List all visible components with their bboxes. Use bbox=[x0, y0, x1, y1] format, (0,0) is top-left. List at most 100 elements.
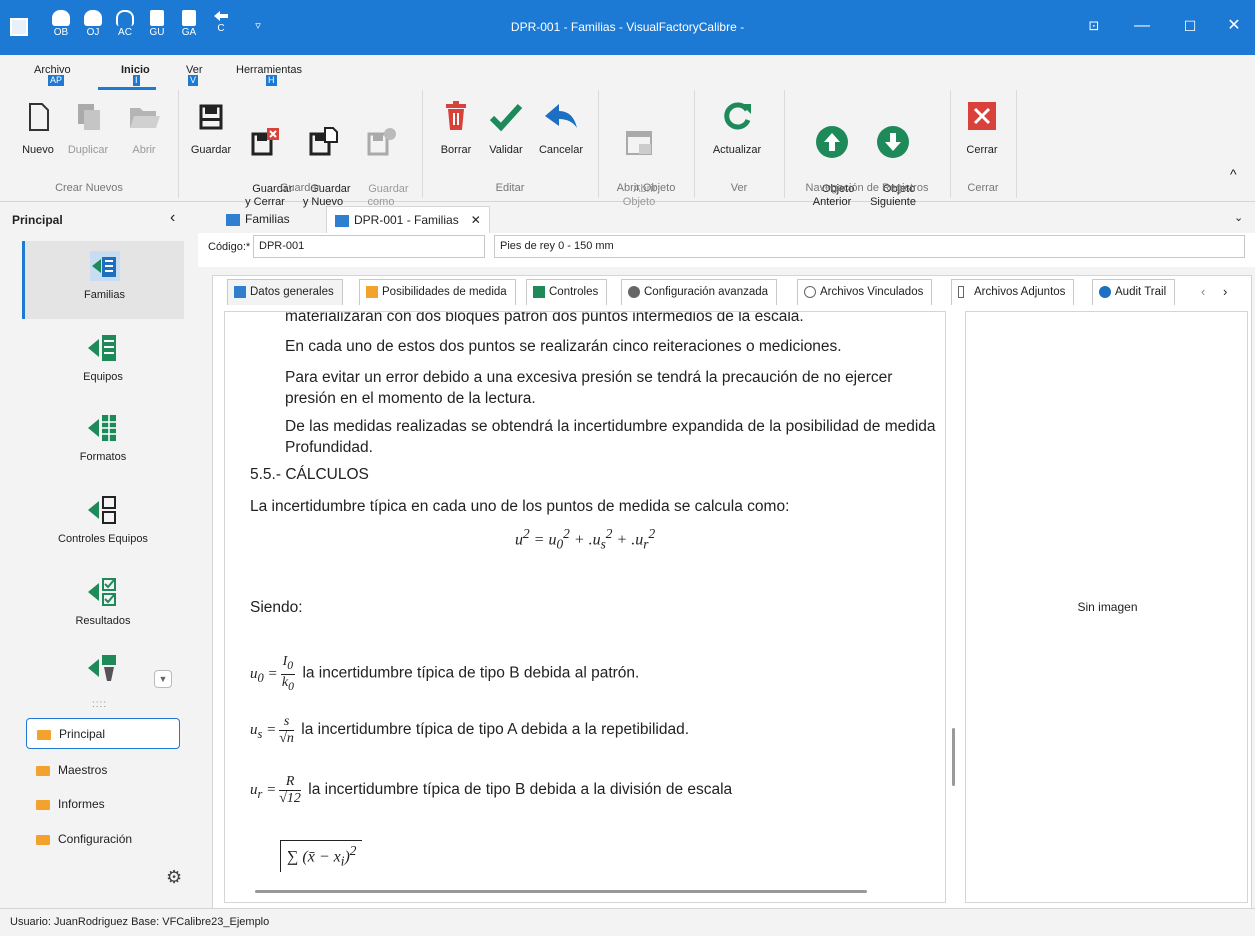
horizontal-scrollbar[interactable] bbox=[255, 890, 867, 893]
guardar-button[interactable]: Guardar bbox=[188, 98, 234, 157]
nav-label: Configuración bbox=[58, 832, 133, 846]
tabs-scroll-right-icon[interactable]: › bbox=[1223, 284, 1227, 299]
image-panel: Sin imagen bbox=[965, 311, 1248, 903]
tab-configuracion-avanzada[interactable]: Configuración avanzada bbox=[621, 279, 778, 305]
formula-ur-text: la incertidumbre típica de tipo B debida… bbox=[308, 780, 733, 798]
familias-tab-icon bbox=[335, 214, 349, 227]
inner-tab-label: Datos generales bbox=[250, 286, 334, 298]
close-window-icon[interactable]: ✕ bbox=[1222, 14, 1246, 38]
formula-u0-row: u0 = I0 k0 la incertidumbre típica de tipo… bbox=[250, 654, 940, 698]
minimize-icon[interactable]: — bbox=[1130, 14, 1154, 38]
tabs-scroll-left-icon[interactable]: ‹ bbox=[1201, 284, 1205, 299]
open-object-icon bbox=[621, 124, 657, 160]
nav-principal[interactable]: Principal bbox=[26, 718, 180, 749]
doc-tab-dpr-001[interactable]: DPR-001 - Familias ✕ bbox=[326, 206, 490, 233]
nav-label: Principal bbox=[59, 727, 106, 741]
tab-datos-generales[interactable]: Datos generales bbox=[227, 279, 343, 305]
sidebar: Principal ‹ Familias Equipos Formatos Co… bbox=[0, 203, 198, 903]
nav-informes[interactable]: Informes bbox=[26, 789, 180, 820]
refresh-icon bbox=[719, 98, 755, 134]
title-bar: OB OJ AC GU GA C ▿ DPR-001 - Familias - … bbox=[0, 0, 1255, 55]
nuevo-label: Nuevo bbox=[22, 144, 54, 156]
maximize-icon[interactable]: ☐ bbox=[1178, 14, 1202, 38]
cerrar-button[interactable]: Cerrar bbox=[962, 98, 1002, 157]
tabs-dropdown-icon[interactable]: ⌄ bbox=[1234, 211, 1243, 224]
window-menu-icon[interactable]: ⊡ bbox=[1082, 14, 1106, 38]
doc-paragraph: Para evitar un error debido a una excesi… bbox=[285, 369, 893, 407]
document-viewer[interactable]: materializarán con dos bloques patrón do… bbox=[224, 311, 946, 903]
controles-icon bbox=[533, 286, 545, 298]
formatos-icon bbox=[86, 411, 120, 445]
codigo-field[interactable]: DPR-001 bbox=[253, 235, 485, 258]
scroll-down-icon[interactable]: ▼ bbox=[154, 670, 172, 688]
tab-archivos-vinculados[interactable]: Archivos Vinculados bbox=[797, 279, 933, 305]
doc-paragraph: Siendo: bbox=[250, 599, 303, 616]
group-label: Editar bbox=[495, 182, 525, 194]
nav-maestros[interactable]: Maestros bbox=[26, 755, 180, 786]
sidebar-item-equipos[interactable]: Equipos bbox=[22, 331, 184, 391]
folder-icon bbox=[36, 799, 50, 810]
doc-paragraph: De las medidas realizadas se obtendrá la… bbox=[285, 418, 936, 456]
vertical-scrollbar[interactable] bbox=[952, 728, 955, 786]
link-icon bbox=[804, 286, 816, 298]
tab-archivos-adjuntos[interactable]: Archivos Adjuntos bbox=[951, 279, 1075, 305]
descripcion-field[interactable]: Pies de rey 0 - 150 mm bbox=[494, 235, 1245, 258]
borrar-button[interactable]: Borrar bbox=[434, 98, 478, 157]
cancelar-button[interactable]: Cancelar bbox=[534, 98, 588, 157]
nav-configuracion[interactable]: Configuración bbox=[26, 824, 180, 855]
folder-icon bbox=[36, 834, 50, 845]
close-tab-icon[interactable]: ✕ bbox=[471, 213, 481, 227]
tool-icon bbox=[86, 651, 120, 685]
validar-button[interactable]: Validar bbox=[484, 98, 528, 157]
doc-paragraph: La incertidumbre típica en cada uno de l… bbox=[250, 498, 790, 515]
abrir-button[interactable]: Abrir bbox=[124, 98, 164, 157]
settings-gear-icon[interactable]: ⚙ bbox=[166, 867, 182, 888]
tab-controles[interactable]: Controles bbox=[526, 279, 608, 305]
doc-tab-label: Familias bbox=[245, 212, 290, 226]
sidebar-collapse-icon[interactable]: ‹ bbox=[170, 209, 175, 227]
familias-tab-icon bbox=[226, 213, 240, 226]
guardar-label: Guardar bbox=[190, 144, 232, 156]
save-new-icon bbox=[305, 124, 341, 160]
sidebar-item-formatos[interactable]: Formatos bbox=[22, 411, 184, 471]
sidebar-header: Principal bbox=[12, 213, 63, 227]
nuevo-button[interactable]: Nuevo bbox=[18, 98, 58, 157]
no-image-label: Sin imagen bbox=[1077, 600, 1138, 614]
gears-icon bbox=[628, 286, 640, 298]
keytip: I bbox=[133, 75, 140, 86]
separator bbox=[1016, 90, 1017, 198]
save-close-icon bbox=[247, 124, 283, 160]
close-red-icon bbox=[964, 98, 1000, 134]
tab-posibilidades-medida[interactable]: Posibilidades de medida bbox=[359, 279, 516, 305]
actualizar-label: Actualizar bbox=[712, 144, 762, 156]
detail-panel: Datos generales Posibilidades de medida … bbox=[212, 275, 1252, 913]
codigo-label: Código:* bbox=[208, 241, 251, 253]
window-title: DPR-001 - Familias - VisualFactoryCalibr… bbox=[510, 20, 745, 34]
main-area: Familias DPR-001 - Familias ✕ ⌄ Código:* … bbox=[198, 203, 1255, 913]
keytip: AP bbox=[48, 75, 65, 86]
sidebar-item-controles-equipos[interactable]: Controles Equipos bbox=[22, 493, 184, 553]
cancelar-label: Cancelar bbox=[538, 144, 584, 156]
tab-audit-trail[interactable]: Audit Trail bbox=[1092, 279, 1176, 305]
doc-tab-familias[interactable]: Familias bbox=[218, 206, 298, 233]
posibilidades-icon bbox=[366, 286, 378, 298]
actualizar-button[interactable]: Actualizar bbox=[706, 98, 768, 157]
sidebar-item-label: Familias bbox=[84, 289, 125, 301]
inner-tab-label: Audit Trail bbox=[1115, 286, 1167, 298]
sidebar-item-resultados[interactable]: Resultados bbox=[22, 575, 184, 635]
validar-label: Validar bbox=[489, 144, 523, 156]
undo-arrow-icon bbox=[543, 98, 579, 134]
datos-icon bbox=[234, 286, 246, 298]
sidebar-item-label: Resultados bbox=[75, 615, 131, 627]
splitter-grip-icon[interactable]: :::: bbox=[92, 699, 107, 710]
resultados-icon bbox=[86, 575, 120, 609]
borrar-label: Borrar bbox=[440, 144, 472, 156]
inner-tab-label: Archivos Adjuntos bbox=[974, 286, 1066, 298]
group-label: Ver bbox=[730, 182, 748, 194]
collapse-ribbon-icon[interactable]: ^ bbox=[1230, 166, 1237, 182]
formula-u0-text: la incertidumbre típica de tipo B debida… bbox=[302, 664, 640, 682]
duplicar-button[interactable]: Duplicar bbox=[64, 98, 112, 157]
group-label: Crear Nuevos bbox=[55, 182, 123, 194]
sidebar-item-familias[interactable]: Familias bbox=[22, 241, 184, 319]
group-label: Guardar bbox=[279, 182, 321, 194]
